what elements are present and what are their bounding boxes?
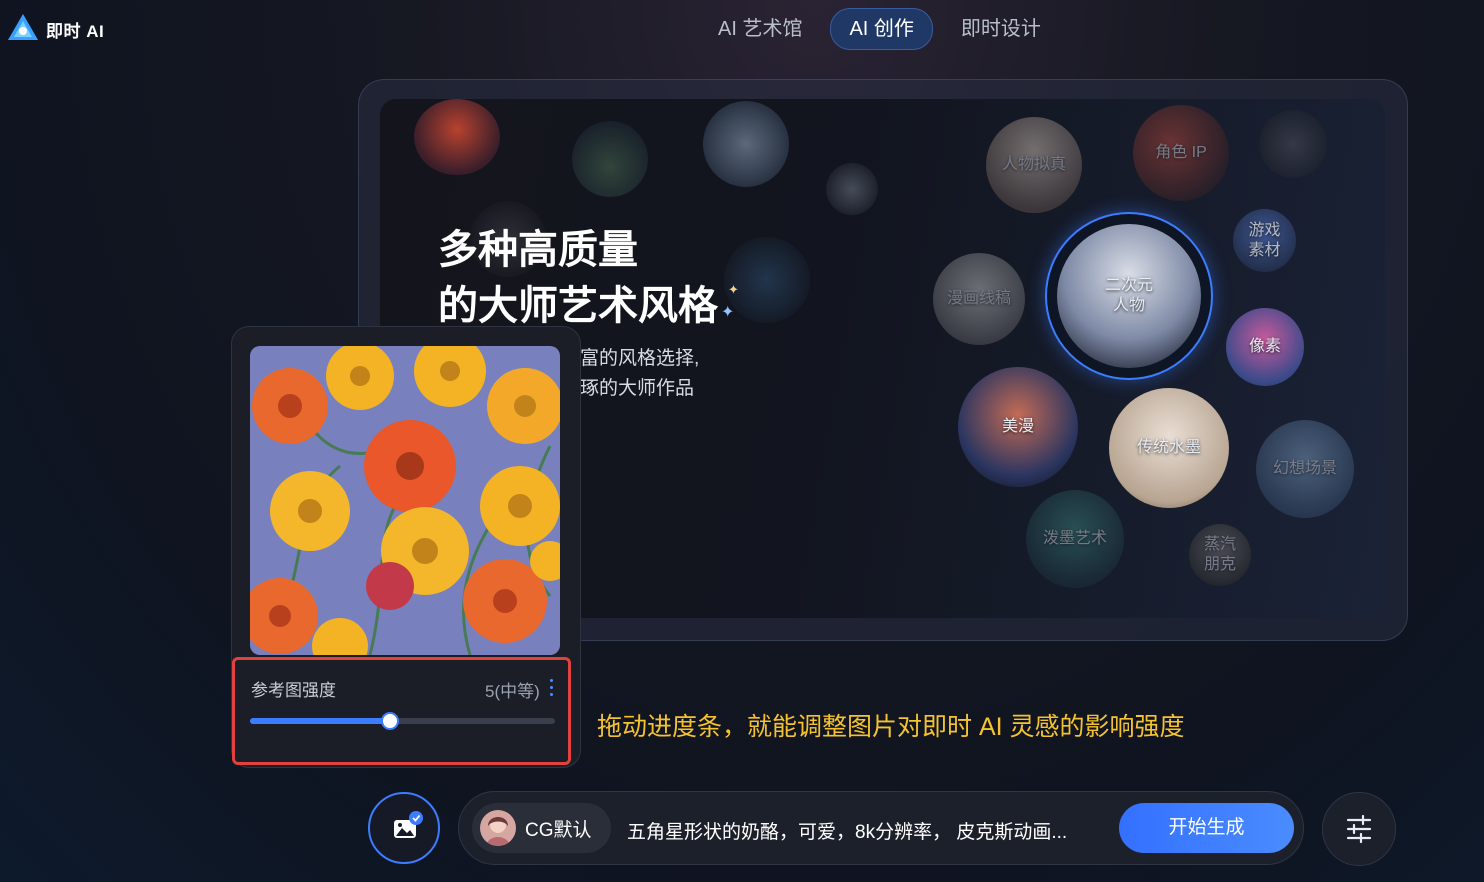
reference-image[interactable] xyxy=(250,346,560,655)
settings-button[interactable] xyxy=(1322,792,1396,866)
prompt-input[interactable]: 五角星形状的奶酪，可爱，8k分辨率， 皮克斯动画... xyxy=(627,817,1067,844)
subline-line-2: 琢的大师作品 xyxy=(580,378,695,399)
style-label: 游戏 素材 xyxy=(1248,221,1281,259)
style-bubble-anime-selected[interactable]: 二次元 人物 xyxy=(1045,212,1213,380)
sparkle-icon: ✦ xyxy=(721,304,735,321)
top-nav: AI 艺术馆 AI 创作 即时设计 xyxy=(700,8,1059,50)
decor-image xyxy=(703,101,789,187)
strength-slider[interactable] xyxy=(250,712,555,730)
hint-text: 拖动进度条，就能调整图片对即时 AI 灵感的影响强度 xyxy=(597,713,1185,741)
style-label: 幻想场景 xyxy=(1272,460,1337,477)
style-label: 美漫 xyxy=(1001,418,1034,435)
logo-text: 即时 AI xyxy=(46,21,105,41)
style-bubble-american-comic[interactable]: 美漫 xyxy=(958,367,1078,487)
style-bubble-manga-line[interactable]: 漫画线稿 xyxy=(933,253,1025,345)
style-bubble-ink[interactable]: 传统水墨 xyxy=(1109,388,1229,508)
decor-image xyxy=(414,99,500,175)
tab-art-gallery[interactable]: AI 艺术馆 xyxy=(700,9,820,49)
style-bubble-realistic[interactable]: 人物拟真 xyxy=(986,117,1082,213)
sliders-icon xyxy=(1346,814,1372,844)
style-bubble-splash-ink[interactable]: 泼墨艺术 xyxy=(1026,490,1124,588)
logo-icon xyxy=(6,12,40,46)
style-chip-label: CG默认 xyxy=(525,820,592,841)
style-bubble-steampunk[interactable]: 蒸汽 朋克 xyxy=(1189,524,1251,586)
style-bubble-pixel[interactable]: 像素 xyxy=(1226,308,1304,386)
style-label: 像素 xyxy=(1248,338,1281,355)
hero-headline: 多种高质量 的大师艺术风格 xyxy=(438,222,718,334)
decor-image xyxy=(1259,110,1327,178)
upload-image-button[interactable] xyxy=(368,792,440,864)
style-bubble-character-ip[interactable]: 角色 IP xyxy=(1133,105,1229,201)
style-bubble-fantasy[interactable]: 幻想场景 xyxy=(1256,420,1354,518)
sparkle-icon: ✦ xyxy=(728,282,739,297)
app-logo[interactable]: 即时 AI xyxy=(6,12,104,46)
style-label: 角色 IP xyxy=(1155,144,1207,161)
style-label: 蒸汽 朋克 xyxy=(1203,536,1236,573)
strength-highlight-box xyxy=(232,657,571,765)
decor-image xyxy=(724,237,810,323)
generate-button[interactable]: 开始生成 xyxy=(1119,803,1294,853)
subline-line-1: 富的风格选择, xyxy=(580,348,700,369)
tab-ai-creation[interactable]: AI 创作 xyxy=(830,8,933,50)
strength-value: 5(中等) xyxy=(485,682,540,701)
strength-label: 参考图强度 xyxy=(251,681,336,700)
style-bubble-game-assets[interactable]: 游戏 素材 xyxy=(1233,209,1296,272)
style-label: 漫画线稿 xyxy=(946,290,1011,307)
style-label: 传统水墨 xyxy=(1136,439,1201,456)
decor-image xyxy=(826,163,878,215)
more-icon[interactable] xyxy=(550,679,554,699)
style-label: 泼墨艺术 xyxy=(1042,530,1107,547)
style-label: 二次元 人物 xyxy=(1104,277,1153,314)
style-label: 人物拟真 xyxy=(1001,156,1066,173)
hero-subline: 富的风格选择, 琢的大师作品 xyxy=(580,344,699,404)
tab-instant-design[interactable]: 即时设计 xyxy=(943,9,1059,49)
image-upload-icon xyxy=(394,811,423,838)
headline-line-1: 多种高质量 xyxy=(438,228,638,272)
decor-image xyxy=(572,121,648,197)
slider-fill xyxy=(250,718,391,724)
style-chip-avatar xyxy=(480,810,516,846)
